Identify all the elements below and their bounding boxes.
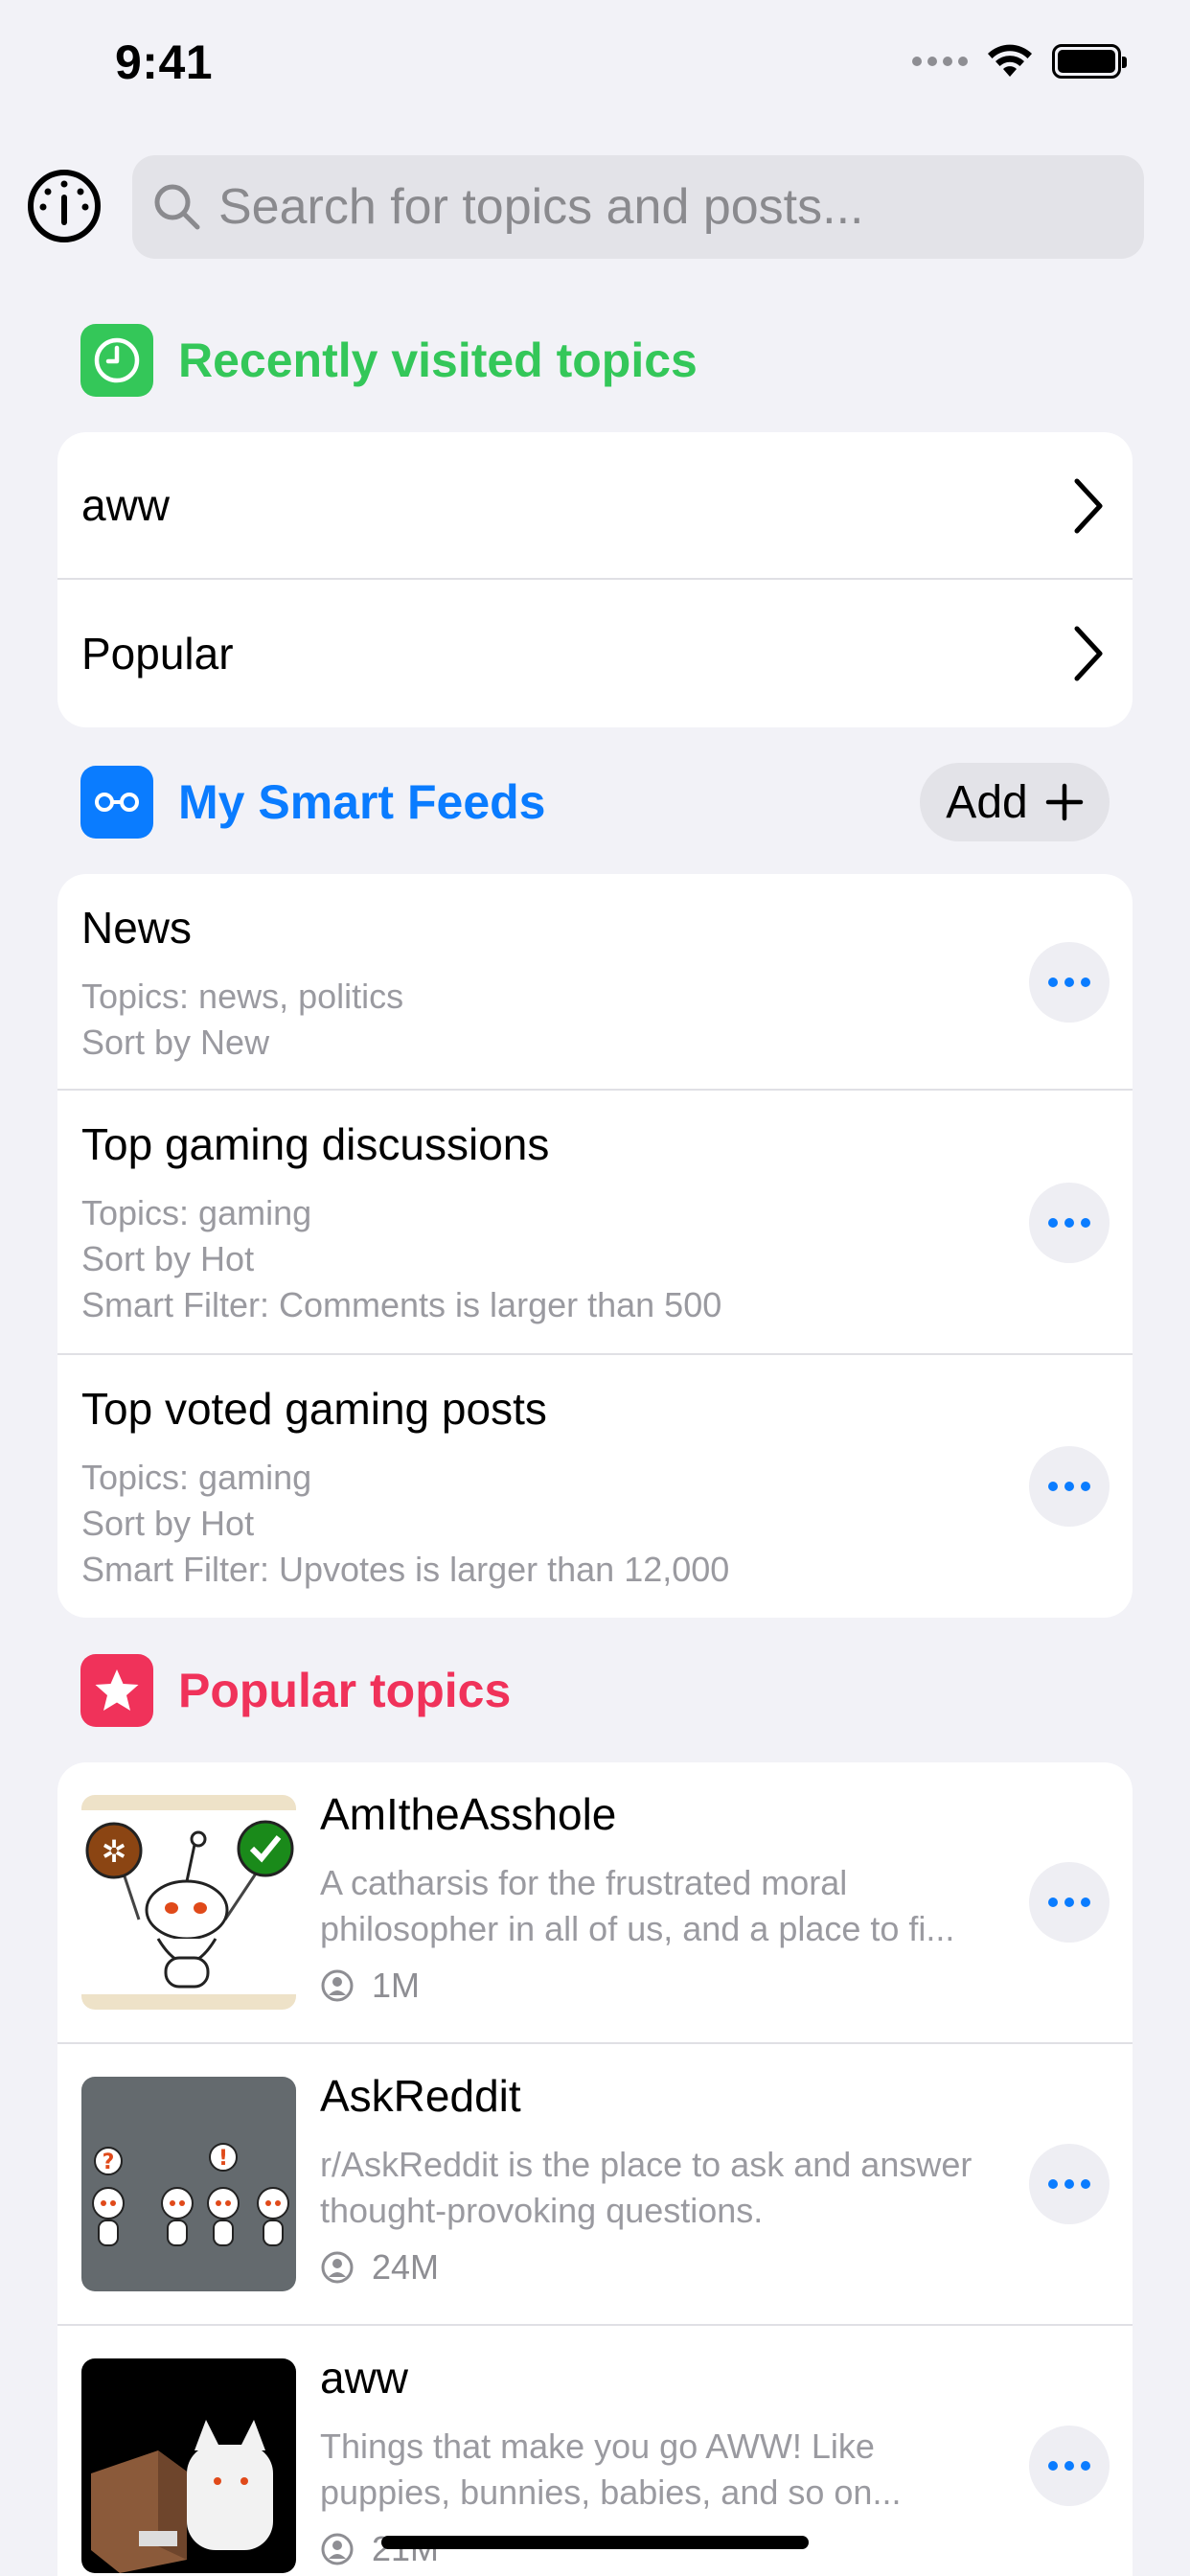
feed-title: Top voted gaming posts (81, 1384, 547, 1434)
feed-detail: Sort by Hot (81, 1504, 255, 1543)
status-time: 9:41 (115, 35, 214, 89)
svg-text:!: ! (218, 2147, 228, 2171)
section-title: Recently visited topics (178, 334, 698, 387)
wifi-icon (988, 44, 1032, 77)
smart-feeds-list: News Topics: news, politics Sort by New … (57, 874, 1133, 1618)
feed-detail: Smart Filter: Comments is larger than 50… (81, 1285, 722, 1324)
person-icon (321, 1969, 354, 2002)
search-placeholder: Search for topics and posts... (218, 179, 864, 235)
member-count: 24M (372, 2247, 440, 2287)
feeds-section-header: My Smart Feeds (80, 766, 545, 839)
topic-description: philosopher in all of us, and a place to… (320, 1909, 955, 1948)
topic-description: thought-provoking questions. (320, 2191, 764, 2230)
feed-detail: Topics: gaming (81, 1193, 312, 1232)
plus-icon (1045, 783, 1083, 821)
add-feed-button[interactable]: Add (920, 763, 1110, 841)
search-icon (154, 184, 200, 230)
list-item[interactable]: Top voted gaming posts Topics: gaming So… (57, 1355, 1133, 1618)
popular-topics-list: ✲ AmItheAsshole A catharsis for the frus… (57, 1762, 1133, 2576)
gauge-icon[interactable] (27, 169, 102, 243)
cellular-signal-icon (912, 57, 968, 66)
feed-detail: Sort by Hot (81, 1239, 255, 1278)
battery-icon (1052, 44, 1127, 79)
list-item[interactable]: ? ! AskReddit r/AskReddit is the place t… (57, 2044, 1133, 2326)
more-button[interactable] (1029, 942, 1110, 1023)
topic-description: r/AskReddit is the place to ask and answ… (320, 2145, 973, 2184)
member-count: 1M (372, 1966, 421, 2005)
add-label: Add (946, 776, 1028, 828)
person-icon (321, 2251, 354, 2284)
topic-name: AskReddit (320, 2071, 521, 2121)
recent-topic-label: Popular (81, 629, 234, 678)
popular-section-header: Popular topics (80, 1654, 511, 1727)
list-item[interactable]: ✲ AmItheAsshole A catharsis for the frus… (57, 1762, 1133, 2044)
recent-topic-label: aww (81, 480, 171, 530)
list-item[interactable]: Top gaming discussions Topics: gaming So… (57, 1091, 1133, 1355)
topic-description: A catharsis for the frustrated moral (320, 1863, 848, 1902)
more-button[interactable] (1029, 1446, 1110, 1527)
svg-text:?: ? (103, 2150, 115, 2174)
list-item[interactable]: News Topics: news, politics Sort by New (57, 874, 1133, 1091)
topic-name: AmItheAsshole (320, 1789, 617, 1839)
more-button[interactable] (1029, 1862, 1110, 1943)
list-item[interactable]: Popular (57, 580, 1133, 727)
topic-description: puppies, bunnies, babies, and so on... (320, 2472, 902, 2512)
section-title: Popular topics (178, 1664, 512, 1717)
feed-detail: Smart Filter: Upvotes is larger than 12,… (81, 1550, 730, 1589)
person-icon (321, 2533, 354, 2565)
list-item[interactable]: aww (57, 432, 1133, 580)
status-icons (912, 44, 1127, 79)
topic-avatar (81, 2358, 296, 2573)
more-button[interactable] (1029, 1183, 1110, 1263)
section-title: My Smart Feeds (178, 775, 546, 829)
search-input[interactable]: Search for topics and posts... (132, 155, 1144, 259)
home-indicator[interactable] (381, 2536, 809, 2549)
feed-title: Top gaming discussions (81, 1119, 550, 1169)
chevron-right-icon (1074, 626, 1103, 681)
topic-name: aww (320, 2353, 409, 2403)
more-button[interactable] (1029, 2426, 1110, 2506)
topic-description: Things that make you go AWW! Like (320, 2426, 875, 2466)
recent-section-header: Recently visited topics (80, 324, 698, 397)
feed-detail: Topics: gaming (81, 1458, 312, 1497)
feed-title: News (81, 903, 193, 953)
topic-avatar: ✲ (81, 1795, 296, 2010)
more-button[interactable] (1029, 2144, 1110, 2224)
feed-detail: Topics: news, politics (81, 977, 404, 1016)
recent-topics-list: aww Popular (57, 432, 1133, 727)
feed-detail: Sort by New (81, 1023, 270, 1062)
topic-avatar: ? ! (81, 2077, 296, 2291)
star-icon (80, 1654, 153, 1727)
glasses-icon (80, 766, 153, 839)
chevron-right-icon (1074, 478, 1103, 534)
clock-icon (80, 324, 153, 397)
svg-text:✲: ✲ (102, 1833, 127, 1870)
